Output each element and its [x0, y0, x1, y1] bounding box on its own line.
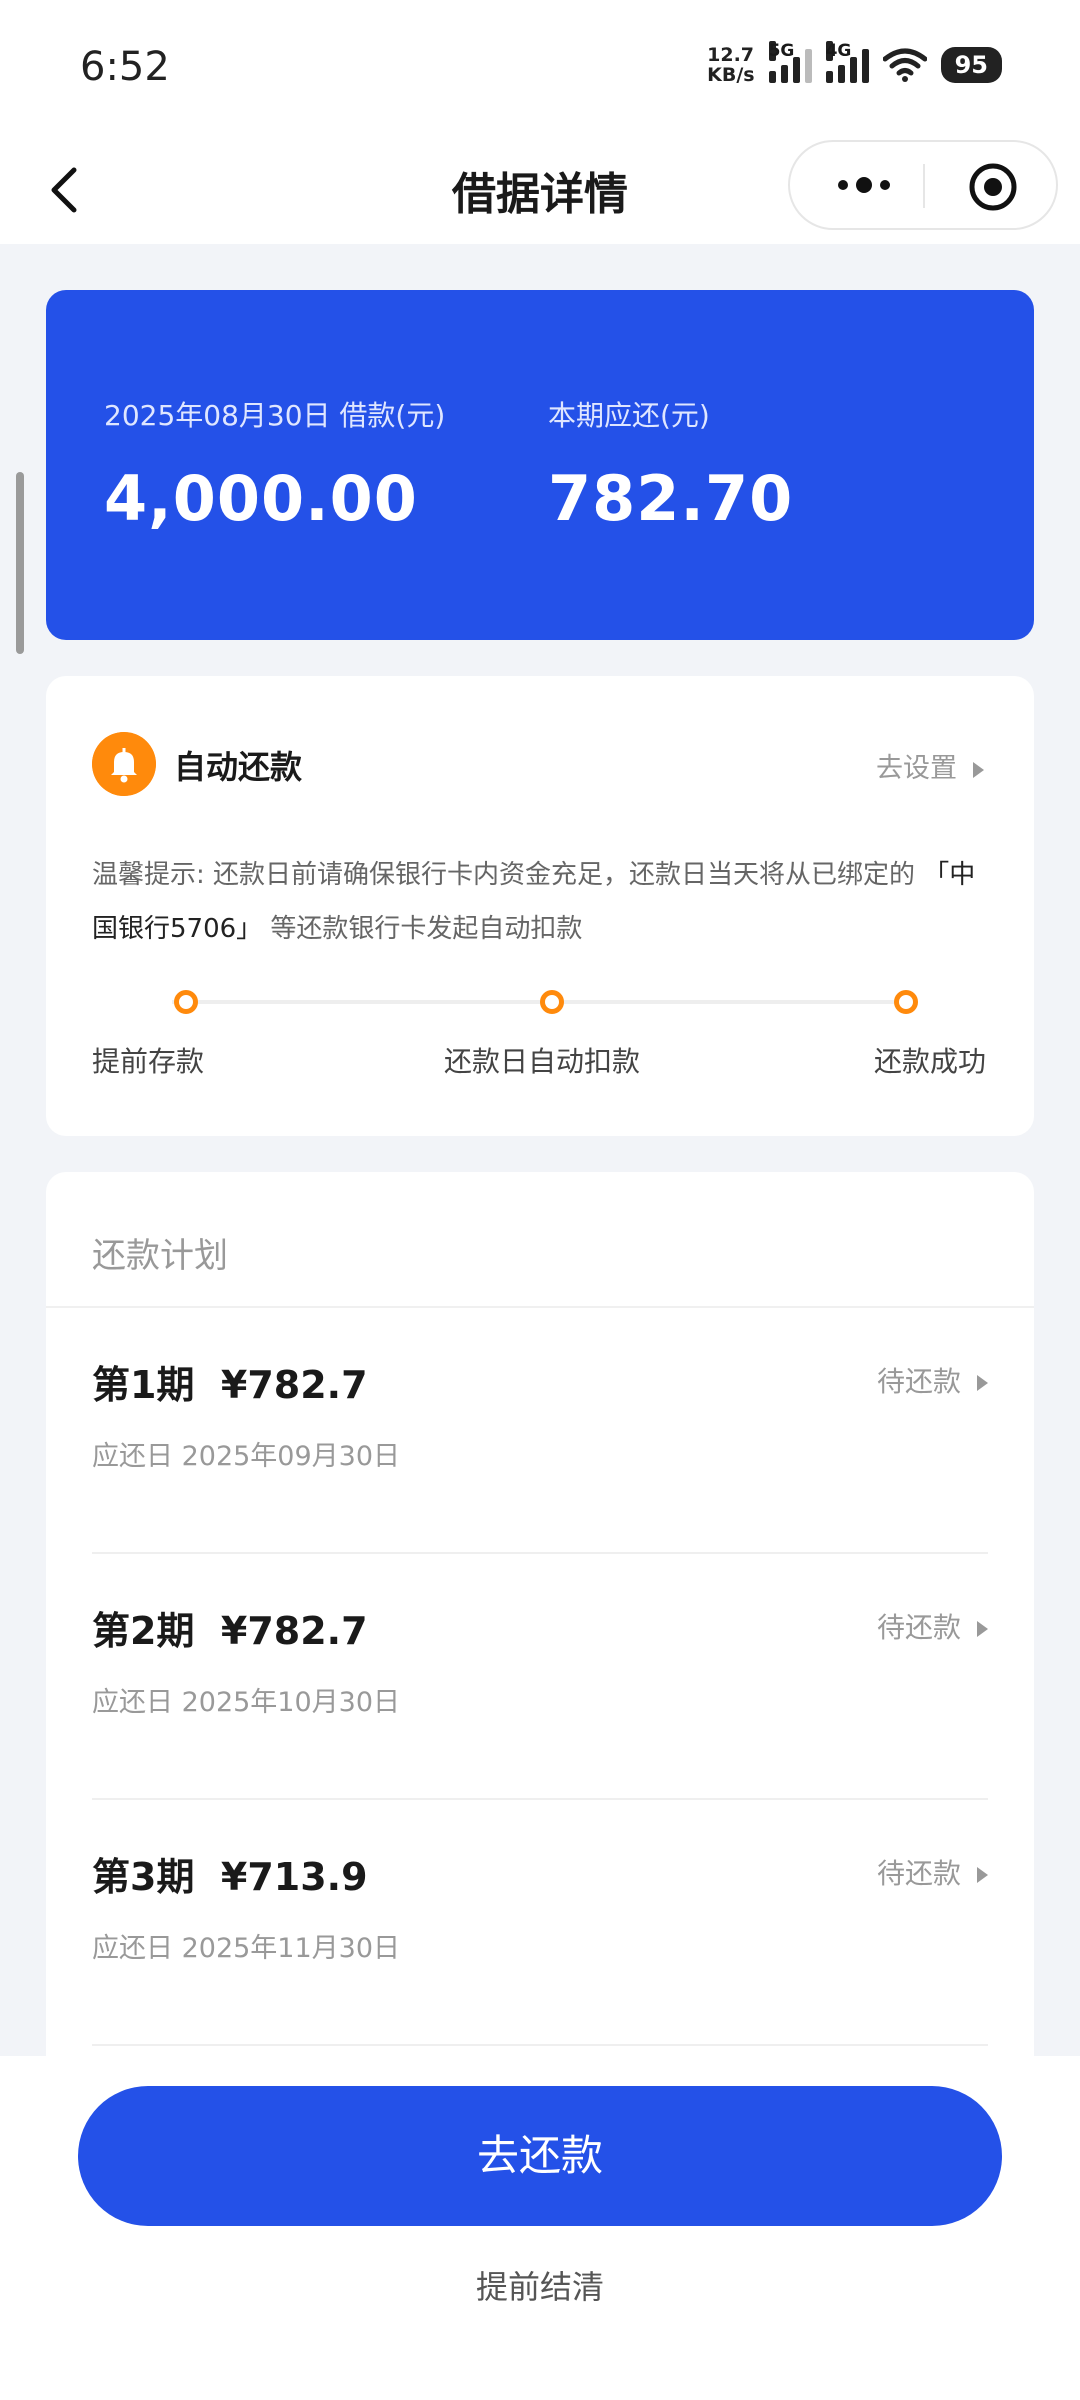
current-due-value: 782.70	[548, 462, 794, 535]
loan-amount-value: 4,000.00	[104, 462, 418, 535]
signal-4g-label: 4G	[825, 41, 852, 61]
step-dot-3	[894, 990, 918, 1014]
tip-prefix: 温馨提示: 还款日前请确保银行卡内资金充足，还款日当天将从已绑定的	[92, 860, 924, 890]
due-date: 应还日 2025年09月30日	[92, 1441, 401, 1472]
network-speed-value: 12.7	[707, 44, 755, 66]
current-due-label: 本期应还(元)	[548, 399, 710, 432]
nav-bar: 借据详情	[0, 140, 1080, 244]
early-settle-link[interactable]: 提前结清	[0, 2262, 1080, 2308]
term: 第1期	[92, 1363, 195, 1407]
status-label: 待还款	[877, 1852, 988, 1892]
network-speed: 12.7 KB/s	[707, 45, 754, 85]
go-settings-label: 去设置	[876, 753, 957, 784]
due-date: 应还日 2025年10月30日	[92, 1687, 401, 1718]
chevron-right-icon	[977, 1867, 988, 1883]
chevron-right-icon	[977, 1621, 988, 1637]
status-label: 待还款	[877, 1606, 988, 1646]
status-icons: 12.7 KB/s 5G 4G 95	[707, 40, 1002, 90]
status-label: 待还款	[877, 1360, 988, 1400]
go-settings-link[interactable]: 去设置	[876, 746, 984, 785]
bell-icon	[92, 732, 156, 796]
amount: ¥782.7	[220, 1609, 368, 1653]
step-label-3: 还款成功	[873, 1045, 986, 1078]
auto-repay-card: 自动还款 去设置 温馨提示: 还款日前请确保银行卡内资金充足，还款日当天将从已绑…	[46, 676, 1034, 1136]
status-text: 待还款	[876, 1365, 961, 1398]
signal-4g-icon: 4G	[825, 41, 869, 83]
status-bar: 6:52 12.7 KB/s 5G 4G 95	[0, 0, 1080, 140]
loan-amount-block: 2025年08月30日 借款(元) 4,000.00	[104, 394, 445, 535]
chevron-right-icon	[973, 761, 984, 778]
amount: ¥782.7	[220, 1363, 368, 1407]
battery-indicator: 95	[940, 47, 1002, 83]
step-dot-1	[174, 990, 198, 1014]
status-text: 待还款	[876, 1611, 961, 1644]
auto-repay-title: 自动还款	[174, 748, 303, 786]
loan-summary-card: 2025年08月30日 借款(元) 4,000.00 本期应还(元) 782.7…	[46, 290, 1034, 640]
repay-button[interactable]: 去还款	[78, 2086, 1002, 2226]
due-date: 应还日 2025年11月30日	[92, 1933, 401, 1964]
plan-item-term-amount: 第1期 ¥782.7	[92, 1354, 368, 1409]
amount: ¥713.9	[220, 1855, 368, 1899]
network-speed-unit: KB/s	[707, 64, 755, 86]
plan-item-term-amount: 第2期 ¥782.7	[92, 1600, 368, 1655]
loan-amount-label: 2025年08月30日 借款(元)	[104, 399, 446, 432]
plan-title: 还款计划	[92, 1236, 228, 1276]
wifi-icon	[882, 48, 927, 82]
signal-5g-icon: 5G	[768, 41, 812, 83]
chevron-right-icon	[977, 1375, 988, 1391]
miniapp-capsule	[788, 140, 1058, 230]
auto-repay-tip: 温馨提示: 还款日前请确保银行卡内资金充足，还款日当天将从已绑定的 「中国银行5…	[92, 848, 992, 956]
plan-item-1[interactable]: 第1期 ¥782.7 应还日 2025年09月30日 待还款	[92, 1308, 988, 1554]
signal-5g-label: 5G	[768, 41, 795, 61]
repayment-plan-card: 还款计划 第1期 ¥782.7 应还日 2025年09月30日 待还款 第2期 …	[46, 1172, 1034, 2072]
progress-track	[172, 1000, 902, 1004]
current-due-block: 本期应还(元) 782.70	[548, 394, 793, 535]
step-label-2: 还款日自动扣款	[444, 1045, 641, 1078]
term: 第2期	[92, 1609, 195, 1653]
bottom-action-bar: 去还款 提前结清	[0, 2056, 1080, 2400]
tip-suffix: 等还款银行卡发起自动扣款	[262, 914, 583, 944]
step-label-1: 提前存款	[92, 1045, 205, 1078]
plan-item-term-amount: 第3期 ¥713.9	[92, 1846, 368, 1901]
plan-item-2[interactable]: 第2期 ¥782.7 应还日 2025年10月30日 待还款	[92, 1554, 988, 1800]
status-time: 6:52	[80, 44, 170, 90]
capsule-divider	[923, 164, 925, 208]
step-dot-2	[540, 990, 564, 1014]
close-miniapp-icon[interactable]	[968, 162, 1018, 212]
term: 第3期	[92, 1855, 195, 1899]
status-text: 待还款	[876, 1857, 961, 1890]
plan-item-3[interactable]: 第3期 ¥713.9 应还日 2025年11月30日 待还款	[92, 1800, 988, 2046]
more-icon[interactable]	[824, 162, 904, 208]
scroll-indicator	[16, 472, 24, 654]
